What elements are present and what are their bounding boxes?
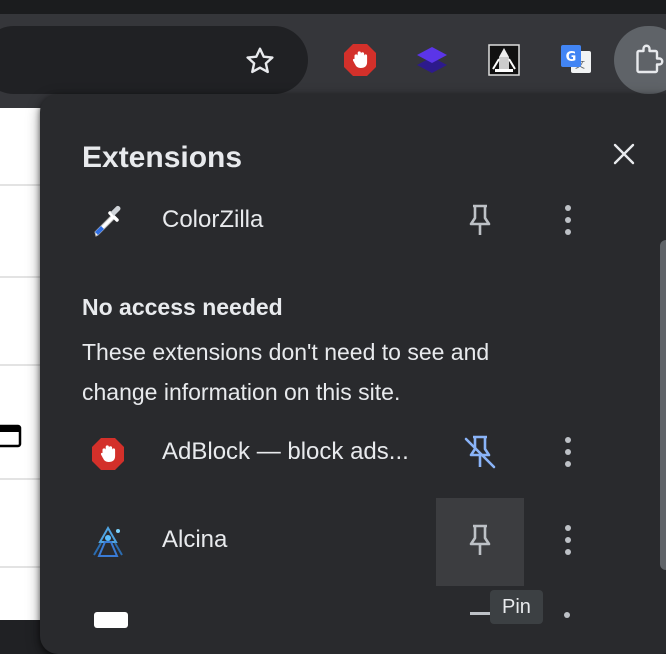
- pin-icon-partial: [470, 612, 490, 623]
- page-divider: [0, 276, 42, 278]
- extension-row-alcina[interactable]: Alcina: [40, 498, 640, 586]
- alcina-icon: [90, 524, 126, 560]
- extensions-menu: Extensions ColorZilla No access needed T…: [40, 94, 666, 654]
- menu-scrollbar[interactable]: [660, 240, 666, 570]
- pin-icon: [467, 203, 493, 242]
- eyedropper-icon: [90, 204, 126, 240]
- adblock-icon[interactable]: [342, 42, 378, 78]
- unpin-icon: [463, 434, 497, 475]
- extension-icon-partial: [94, 612, 128, 628]
- page-divider: [0, 478, 42, 480]
- unpin-button[interactable]: [436, 410, 524, 498]
- svg-text:G: G: [566, 50, 577, 65]
- extension-row-colorzilla[interactable]: ColorZilla: [40, 178, 640, 266]
- more-vert-icon: [564, 436, 572, 473]
- more-vert-icon: [564, 204, 572, 241]
- calendar-icon[interactable]: [0, 422, 24, 453]
- more-vert-icon: [564, 524, 572, 561]
- extension-row-adblock[interactable]: AdBlock — block ads...: [40, 410, 640, 498]
- pin-button[interactable]: [436, 178, 524, 266]
- pin-button[interactable]: [436, 498, 524, 586]
- alcina-icon[interactable]: [486, 42, 522, 78]
- more-vert-icon-partial: [564, 612, 570, 618]
- pin-tooltip: Pin: [490, 590, 543, 624]
- star-outline-icon[interactable]: [240, 43, 280, 79]
- more-options-button[interactable]: [548, 434, 588, 474]
- pin-icon: [467, 523, 493, 562]
- more-options-button[interactable]: [548, 522, 588, 562]
- close-button[interactable]: [606, 138, 642, 174]
- extension-name: AdBlock — block ads...: [162, 438, 409, 465]
- more-options-button[interactable]: [548, 202, 588, 242]
- close-icon: [612, 142, 636, 171]
- puzzle-piece-icon: [630, 42, 666, 83]
- extension-name: Alcina: [162, 526, 228, 553]
- layers-icon[interactable]: [414, 42, 450, 78]
- page-divider: [0, 184, 42, 186]
- extension-name: ColorZilla: [162, 206, 264, 233]
- section-description: These extensions don't need to see and c…: [82, 339, 490, 405]
- google-translate-icon[interactable]: 文 G: [558, 42, 594, 78]
- page-divider: [0, 364, 42, 366]
- tab-strip: [0, 0, 666, 14]
- adblock-icon: [90, 436, 126, 472]
- section-heading: No access needed: [82, 294, 283, 320]
- menu-title: Extensions: [82, 141, 243, 174]
- page-divider: [0, 566, 42, 568]
